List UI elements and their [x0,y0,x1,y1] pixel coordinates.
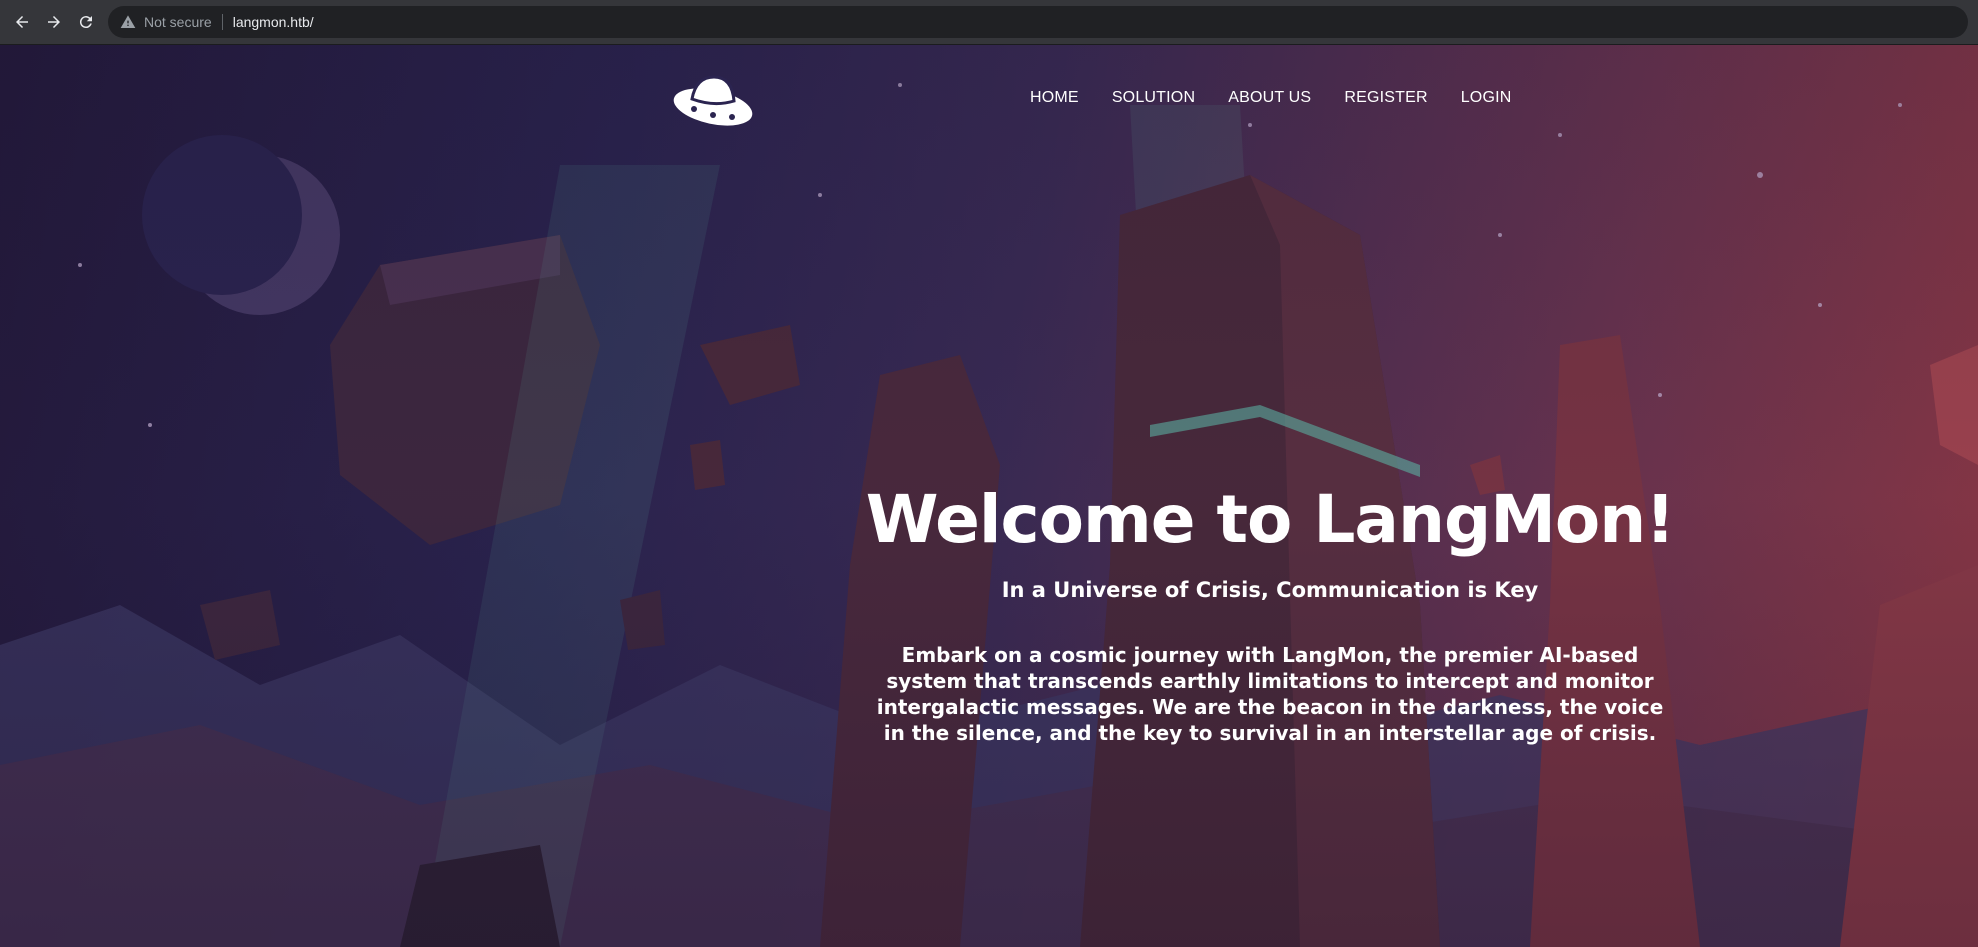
hero-title: Welcome to LangMon! [865,481,1676,558]
browser-toolbar: Not secure langmon.htb/ [0,0,1978,45]
back-button[interactable] [6,6,38,38]
hero-subtitle: In a Universe of Crisis, Communication i… [1001,578,1539,602]
forward-arrow-icon [48,16,60,28]
back-arrow-icon [16,16,28,28]
hero-section: Welcome to LangMon! In a Universe of Cri… [860,480,1680,746]
hero-description: Embark on a cosmic journey with LangMon,… [876,643,1664,745]
nav-solution[interactable]: SOLUTION [1112,89,1195,107]
address-bar[interactable]: Not secure langmon.htb/ [108,6,1968,38]
url-text[interactable]: langmon.htb/ [233,14,314,30]
page-viewport: HOME SOLUTION ABOUT US REGISTER LOGIN We… [0,45,1978,947]
security-label[interactable]: Not secure [144,14,212,30]
reload-icon [79,16,92,29]
warning-icon[interactable] [120,14,136,30]
main-nav: HOME SOLUTION ABOUT US REGISTER LOGIN [1030,89,1545,107]
omnibox-separator [221,14,223,30]
nav-about-us[interactable]: ABOUT US [1228,89,1311,107]
reload-button[interactable] [70,6,102,38]
nav-home[interactable]: HOME [1030,89,1079,107]
nav-register[interactable]: REGISTER [1344,89,1427,107]
ufo-logo-icon[interactable] [672,71,754,129]
forward-button[interactable] [38,6,70,38]
nav-login[interactable]: LOGIN [1461,89,1512,107]
